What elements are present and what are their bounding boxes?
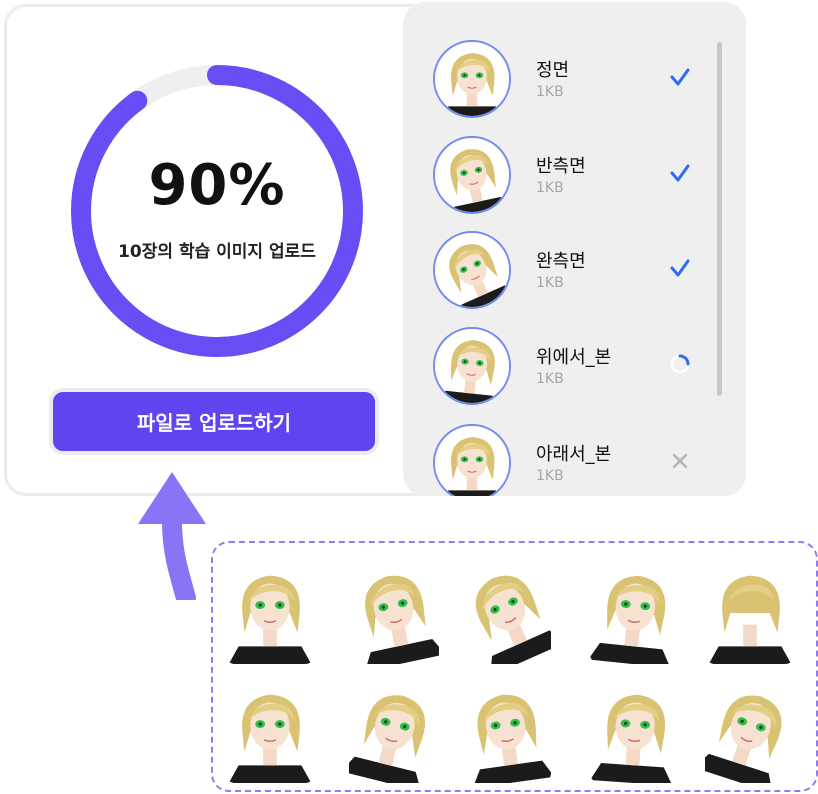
file-row[interactable]: 반측면 1KB	[433, 136, 733, 216]
gallery-image-front-smile	[225, 675, 315, 783]
up-arrow-icon	[138, 472, 206, 600]
upload-from-file-button[interactable]: 파일로 업로드하기	[49, 388, 379, 455]
gallery-image-from-behind	[705, 556, 795, 664]
file-name: 정면	[536, 60, 570, 81]
file-thumbnail-avatar	[433, 231, 511, 309]
gallery-image-from-above	[590, 556, 680, 664]
file-name: 아래서_본	[536, 444, 612, 465]
file-thumbnail-avatar	[433, 327, 511, 405]
file-size: 1KB	[536, 371, 564, 387]
file-row[interactable]: 완측면 1KB	[433, 231, 733, 311]
gallery-image-from-below	[705, 675, 795, 783]
training-image-gallery	[211, 541, 818, 792]
file-name: 완측면	[536, 251, 586, 272]
file-row[interactable]: 아래서_본 1KB	[433, 424, 733, 496]
gallery-image-three-quarter-left	[349, 556, 439, 664]
file-size: 1KB	[536, 84, 564, 100]
file-name: 반측면	[536, 156, 586, 177]
file-thumbnail-avatar	[433, 136, 511, 214]
x-icon[interactable]	[665, 446, 695, 476]
file-thumbnail-avatar	[433, 40, 511, 118]
file-size: 1KB	[536, 180, 564, 196]
gallery-image-three-quarter-right	[349, 675, 439, 783]
progress-ring: 90% 10장의 학습 이미지 업로드	[67, 61, 367, 361]
check-icon	[665, 158, 695, 188]
check-icon	[665, 253, 695, 283]
gallery-image-side-glance	[461, 675, 551, 783]
gallery-image-front-soft	[590, 675, 680, 783]
spinner-icon	[665, 349, 695, 379]
file-thumbnail-avatar	[433, 424, 511, 496]
progress-percent: 90%	[148, 153, 286, 218]
file-list-panel[interactable]: 정면 1KB 반측면 1KB 완측면 1KB 위에서_본 1KB 아래서_본 1KB	[403, 2, 746, 496]
check-icon	[665, 62, 695, 92]
gallery-image-profile-left	[461, 556, 551, 664]
file-size: 1KB	[536, 468, 564, 484]
gallery-image-front	[225, 556, 315, 664]
file-size: 1KB	[536, 275, 564, 291]
file-row[interactable]: 위에서_본 1KB	[433, 327, 733, 407]
file-name: 위에서_본	[536, 347, 612, 368]
progress-caption: 10장의 학습 이미지 업로드	[118, 242, 316, 262]
file-row[interactable]: 정면 1KB	[433, 40, 733, 120]
